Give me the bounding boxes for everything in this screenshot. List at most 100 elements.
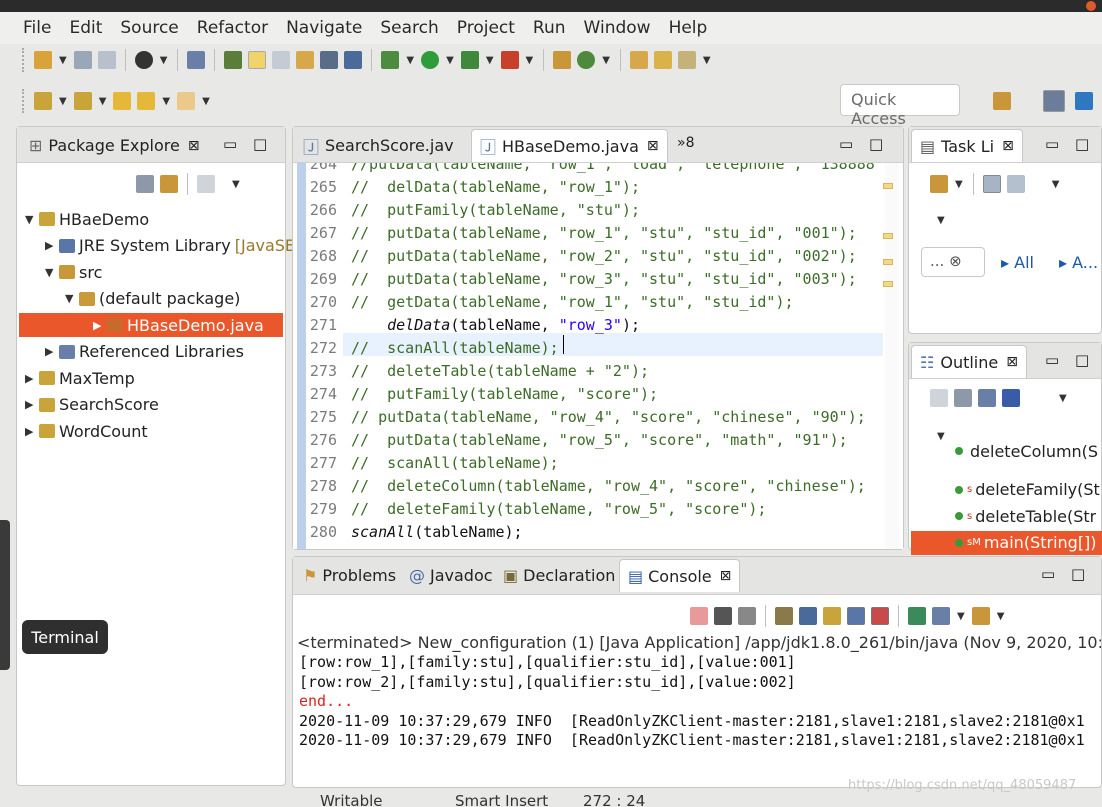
collapse-all-icon[interactable] [136, 175, 154, 193]
tree-item[interactable]: ▶ MaxTemp [25, 366, 135, 390]
clear-icon[interactable]: ⊗ [949, 252, 962, 270]
tab-problems[interactable]: ⚑ Problems [295, 559, 404, 592]
menu-run[interactable]: Run [524, 18, 575, 38]
show-on-stdout-icon[interactable] [847, 607, 865, 625]
code-line[interactable]: // deleteColumn(tableName, "row_4", "sco… [351, 477, 866, 495]
highlight-icon[interactable] [248, 51, 267, 69]
close-dot[interactable] [1086, 1, 1096, 11]
search-tool-icon[interactable] [677, 51, 696, 69]
menu-window[interactable]: Window [575, 18, 660, 38]
outline-item[interactable]: sM main(String[]) : [911, 530, 1102, 555]
code-line[interactable]: // putData(tableName, "row_3", "stu", "s… [351, 270, 857, 288]
coverage-icon[interactable] [460, 51, 479, 69]
open-console-icon[interactable] [971, 607, 990, 625]
task-scope-all[interactable]: ▸ All [1001, 253, 1034, 272]
scheduled-icon[interactable] [1006, 175, 1025, 193]
close-icon[interactable]: ⊠ [1002, 138, 1014, 154]
expand-arrow-icon[interactable]: ▶ [93, 319, 107, 332]
expand-arrow-icon[interactable]: ▶ [25, 398, 39, 411]
previous-annotation-icon[interactable] [73, 92, 92, 110]
open-folder-icon[interactable] [653, 51, 672, 69]
menu-refactor[interactable]: Refactor [188, 18, 277, 38]
dropdown-arrow[interactable]: ▼ [59, 55, 67, 66]
sort-icon[interactable] [978, 389, 996, 407]
expand-arrow-icon[interactable]: ▶ [45, 345, 59, 358]
expand-arrow-icon[interactable]: ▼ [25, 213, 39, 226]
link-with-editor-icon[interactable] [160, 175, 178, 193]
tab-declaration[interactable]: ▣ Declaration [495, 559, 623, 592]
tab-hbasedemo[interactable]: 🄹 HBaseDemo.java ⊠ [471, 129, 668, 162]
skip-breakpoints-icon[interactable] [187, 51, 206, 69]
minimize-icon[interactable]: ▭ [1041, 565, 1055, 583]
minimize-icon[interactable]: ▭ [223, 135, 237, 153]
pin-console-icon[interactable] [908, 607, 926, 625]
tab-overflow[interactable]: »8 [677, 135, 694, 151]
open-type-icon[interactable] [629, 51, 648, 69]
categorized-icon[interactable] [982, 175, 1001, 193]
tab-outline[interactable]: ☷ Outline ⊠ [911, 345, 1027, 378]
menu-navigate[interactable]: Navigate [277, 18, 371, 38]
user-icon[interactable] [134, 51, 153, 69]
focus-icon[interactable] [930, 389, 948, 407]
task-filter-input[interactable]: ... ⊗ [921, 247, 985, 277]
new-class-icon[interactable] [577, 51, 596, 69]
debug-icon[interactable] [381, 51, 400, 69]
outline-item[interactable]: s deleteFamily(St [955, 478, 1100, 502]
mark-icon[interactable] [272, 51, 291, 69]
expand-arrow-icon[interactable]: ▶ [45, 239, 59, 252]
code-line[interactable]: // putData(tableName, "row_5", "score", … [351, 431, 848, 449]
close-icon[interactable]: ⊠ [1006, 354, 1018, 370]
close-icon[interactable]: ⊠ [188, 138, 200, 154]
minimize-icon[interactable]: ▭ [839, 135, 853, 153]
menu-project[interactable]: Project [448, 18, 524, 38]
collapse-all-icon[interactable] [954, 389, 972, 407]
new-package-icon[interactable] [553, 51, 572, 69]
tree-item[interactable]: ▶ WordCount [25, 419, 148, 443]
external-tools-icon[interactable] [500, 51, 519, 69]
code-line[interactable]: // getData(tableName, "row_1", "stu", "s… [351, 293, 794, 311]
outline-item[interactable]: deleteColumn(S [955, 443, 1098, 459]
menu-help[interactable]: Help [660, 18, 717, 38]
outline-item[interactable]: s deleteTable(Str [955, 504, 1096, 528]
code-line[interactable]: // putData(tableName, "row_4", "score", … [351, 408, 866, 426]
tree-item[interactable]: ▼ HBaeDemo [25, 207, 149, 231]
run-icon[interactable] [421, 51, 440, 69]
save-icon[interactable] [73, 51, 92, 69]
maximize-icon[interactable]: □ [869, 135, 883, 153]
display-console-icon[interactable] [932, 607, 950, 625]
code-line[interactable]: // delData(tableName, "row_1"); [351, 178, 640, 196]
minimize-icon[interactable]: ▭ [1045, 135, 1059, 153]
overview-ruler[interactable] [883, 163, 899, 549]
forward-icon[interactable] [177, 92, 196, 110]
remove-launch-icon[interactable] [714, 607, 732, 625]
tree-item[interactable]: ▶ Referenced Libraries [25, 340, 244, 364]
code-line[interactable]: // putFamily(tableName, "score"); [351, 385, 658, 403]
expand-arrow-icon[interactable]: ▶ [25, 425, 39, 438]
word-wrap-icon[interactable] [823, 607, 841, 625]
task-view-menu[interactable]: ▼ [937, 215, 945, 226]
maximize-icon[interactable]: □ [1075, 351, 1089, 369]
code-line[interactable]: //putData(tableName, "row_1", "load", "t… [351, 163, 875, 173]
tree-item[interactable]: ▶ HBaseDemo.java [19, 313, 283, 337]
new-icon[interactable] [34, 51, 52, 69]
minimize-icon[interactable]: ▭ [1045, 351, 1059, 369]
back-icon[interactable] [137, 92, 156, 110]
maximize-icon[interactable]: □ [1071, 565, 1085, 583]
new-task-icon[interactable] [930, 175, 948, 193]
code-line[interactable]: // putFamily(tableName, "stu"); [351, 201, 640, 219]
code-line[interactable]: scanAll(tableName); [351, 523, 523, 541]
code-area[interactable]: 264 //putData(tableName, "row_1", "load",… [293, 163, 903, 549]
view-menu-icon[interactable]: ▼ [232, 179, 240, 190]
code-line[interactable]: // scanAll(tableName); [351, 454, 559, 472]
menu-edit[interactable]: Edit [60, 18, 111, 38]
expand-arrow-icon[interactable]: ▼ [65, 292, 79, 305]
edit-icon[interactable] [296, 51, 315, 69]
scroll-lock-icon[interactable] [799, 607, 817, 625]
code-line[interactable]: delData(tableName, "row_3"); [351, 316, 640, 334]
java-perspective-icon[interactable] [1043, 90, 1065, 112]
show-on-stderr-icon[interactable] [871, 607, 889, 625]
outline-view-menu[interactable]: ▼ [937, 431, 945, 442]
toolbar-grip[interactable] [22, 48, 25, 72]
code-line[interactable]: // deleteTable(tableName + "2"); [351, 362, 649, 380]
tree-item[interactable]: ▼ (default package) [25, 287, 240, 311]
